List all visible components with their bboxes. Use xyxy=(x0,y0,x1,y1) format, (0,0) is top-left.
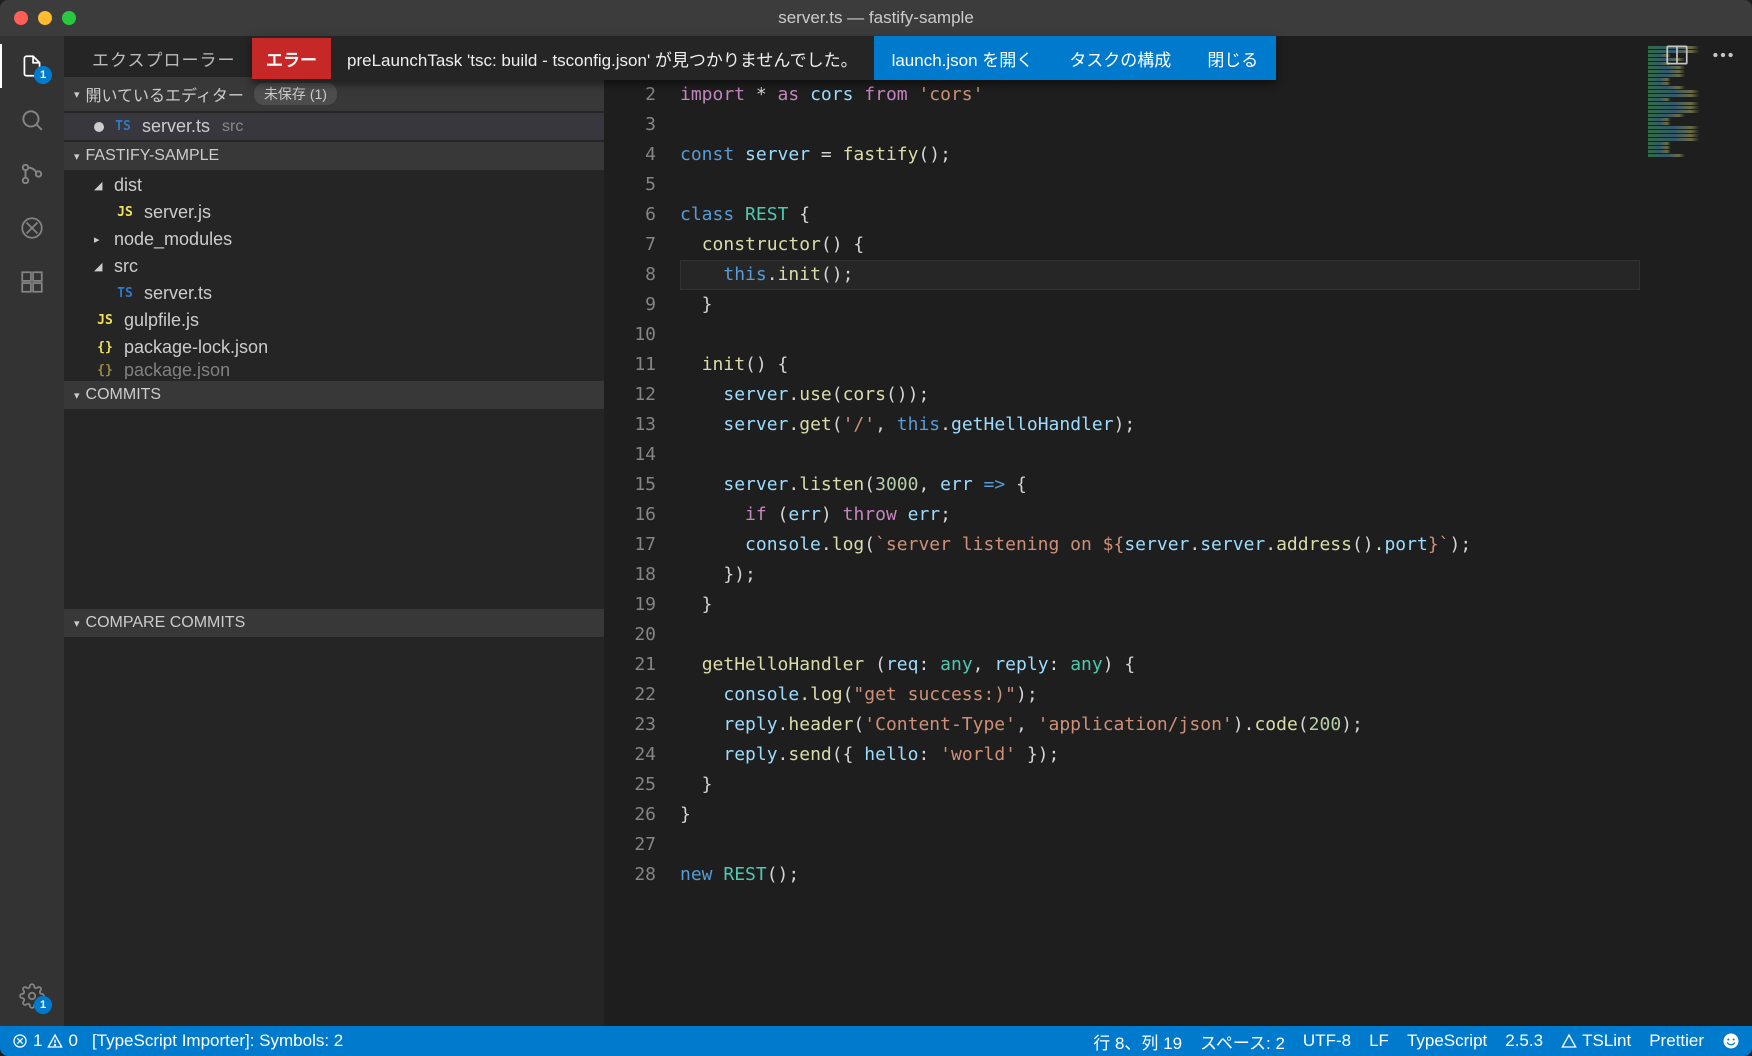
extensions-tab-icon[interactable] xyxy=(16,266,48,298)
warning-count: 0 xyxy=(68,1031,77,1051)
status-eol[interactable]: LF xyxy=(1369,1031,1389,1051)
commits-header[interactable]: ▾ COMMITS xyxy=(64,381,604,409)
file-label: gulpfile.js xyxy=(124,310,199,331)
settings-badge: 1 xyxy=(34,996,52,1014)
notification-actions: launch.json を開く タスクの構成 閉じる xyxy=(874,36,1277,80)
status-feedback-icon[interactable] xyxy=(1722,1032,1740,1050)
status-problems[interactable]: 1 0 xyxy=(12,1031,78,1051)
compare-commits-label: COMPARE COMMITS xyxy=(86,614,246,632)
json-file-icon: {} xyxy=(94,340,116,355)
status-prettier[interactable]: Prettier xyxy=(1649,1031,1704,1051)
folder-label: node_modules xyxy=(114,229,232,250)
status-language[interactable]: TypeScript xyxy=(1407,1031,1487,1051)
open-editor-dir: src xyxy=(222,118,243,136)
line-gutter: 1234567891011121314151617181920212223242… xyxy=(604,36,680,1026)
workspace-header[interactable]: ▾ FASTIFY-SAMPLE xyxy=(64,142,604,170)
chevron-right-icon: ▸ xyxy=(94,233,106,246)
open-editors-list: TS server.ts src xyxy=(64,111,604,142)
traffic-lights xyxy=(14,11,76,25)
editor-top-right-actions xyxy=(1664,42,1736,73)
file-label: package.json xyxy=(124,361,230,379)
file-tree: ◢ dist JS server.js ▸ node_modules ◢ src… xyxy=(64,170,604,381)
chevron-down-icon: ▾ xyxy=(74,617,80,630)
commits-label: COMMITS xyxy=(86,386,162,404)
chevron-down-icon: ▾ xyxy=(74,88,80,101)
folder-node-modules[interactable]: ▸ node_modules xyxy=(64,226,604,253)
folder-src[interactable]: ◢ src xyxy=(64,253,604,280)
commits-panel xyxy=(64,409,604,609)
open-launch-json-button[interactable]: launch.json を開く xyxy=(874,36,1052,80)
unsaved-badge: 未保存 (1) xyxy=(254,83,337,105)
tslint-label: TSLint xyxy=(1582,1031,1631,1051)
error-badge: エラー xyxy=(252,38,331,79)
file-server-ts[interactable]: TS server.ts xyxy=(64,280,604,307)
file-server-js[interactable]: JS server.js xyxy=(64,199,604,226)
status-ts-importer[interactable]: [TypeScript Importer]: Symbols: 2 xyxy=(92,1031,343,1051)
explorer-sidebar: エクスプローラー ▾ 開いているエディター 未保存 (1) TS server.… xyxy=(64,36,604,1026)
error-count: 1 xyxy=(33,1031,42,1051)
split-editor-icon[interactable] xyxy=(1664,42,1690,73)
status-bar: 1 0 [TypeScript Importer]: Symbols: 2 行 … xyxy=(0,1026,1752,1056)
file-label: server.js xyxy=(144,202,211,223)
window-title: server.ts — fastify-sample xyxy=(778,8,974,28)
status-ts-version[interactable]: 2.5.3 xyxy=(1505,1031,1543,1051)
notification-message: preLaunchTask 'tsc: build - tsconfig.jso… xyxy=(331,38,874,79)
chevron-down-icon: ▾ xyxy=(74,150,80,163)
explorer-tab-icon[interactable]: 1 xyxy=(16,50,48,82)
status-encoding[interactable]: UTF-8 xyxy=(1303,1031,1351,1051)
file-label: package-lock.json xyxy=(124,337,268,358)
more-actions-icon[interactable] xyxy=(1710,42,1736,73)
js-file-icon: JS xyxy=(94,313,116,328)
editor-area[interactable]: 1234567891011121314151617181920212223242… xyxy=(604,36,1752,1026)
folder-dist[interactable]: ◢ dist xyxy=(64,172,604,199)
titlebar: server.ts — fastify-sample xyxy=(0,0,1752,36)
compare-commits-header[interactable]: ▾ COMPARE COMMITS xyxy=(64,609,604,637)
file-package[interactable]: {} package.json xyxy=(64,361,604,379)
scm-tab-icon[interactable] xyxy=(16,158,48,190)
file-package-lock[interactable]: {} package-lock.json xyxy=(64,334,604,361)
settings-gear-icon[interactable]: 1 xyxy=(16,980,48,1012)
minimap[interactable] xyxy=(1640,36,1752,1026)
close-window-button[interactable] xyxy=(14,11,28,25)
open-editor-item[interactable]: TS server.ts src xyxy=(64,113,604,140)
open-editors-header[interactable]: ▾ 開いているエディター 未保存 (1) xyxy=(64,77,604,111)
minimize-window-button[interactable] xyxy=(38,11,52,25)
chevron-down-icon: ◢ xyxy=(94,260,106,273)
file-gulpfile[interactable]: JS gulpfile.js xyxy=(64,307,604,334)
chevron-down-icon: ◢ xyxy=(94,179,106,192)
open-editors-label: 開いているエディター xyxy=(86,82,244,106)
folder-label: src xyxy=(114,256,138,277)
close-notification-button[interactable]: 閉じる xyxy=(1189,36,1276,80)
debug-tab-icon[interactable] xyxy=(16,212,48,244)
open-editor-filename: server.ts xyxy=(142,116,210,137)
dirty-indicator-icon xyxy=(94,122,104,132)
notification-bar: エラー preLaunchTask 'tsc: build - tsconfig… xyxy=(252,36,1276,80)
search-tab-icon[interactable] xyxy=(16,104,48,136)
code-content[interactable]: import * as fastify from 'fastify'import… xyxy=(680,36,1640,1026)
status-cursor-position[interactable]: 行 8、列 19 xyxy=(1093,1029,1182,1054)
explorer-badge: 1 xyxy=(34,66,52,84)
file-label: server.ts xyxy=(144,283,212,304)
folder-label: dist xyxy=(114,175,142,196)
vscode-window: server.ts — fastify-sample エラー preLaunch… xyxy=(0,0,1752,1056)
chevron-down-icon: ▾ xyxy=(74,389,80,402)
maximize-window-button[interactable] xyxy=(62,11,76,25)
json-file-icon: {} xyxy=(94,363,116,378)
ts-file-icon: TS xyxy=(112,119,134,134)
activity-bar: 1 1 xyxy=(0,36,64,1026)
configure-task-button[interactable]: タスクの構成 xyxy=(1051,36,1189,80)
js-file-icon: JS xyxy=(114,205,136,220)
status-indent[interactable]: スペース: 2 xyxy=(1200,1029,1285,1054)
status-tslint[interactable]: TSLint xyxy=(1561,1031,1631,1051)
workspace-label: FASTIFY-SAMPLE xyxy=(86,147,220,165)
ts-file-icon: TS xyxy=(114,286,136,301)
